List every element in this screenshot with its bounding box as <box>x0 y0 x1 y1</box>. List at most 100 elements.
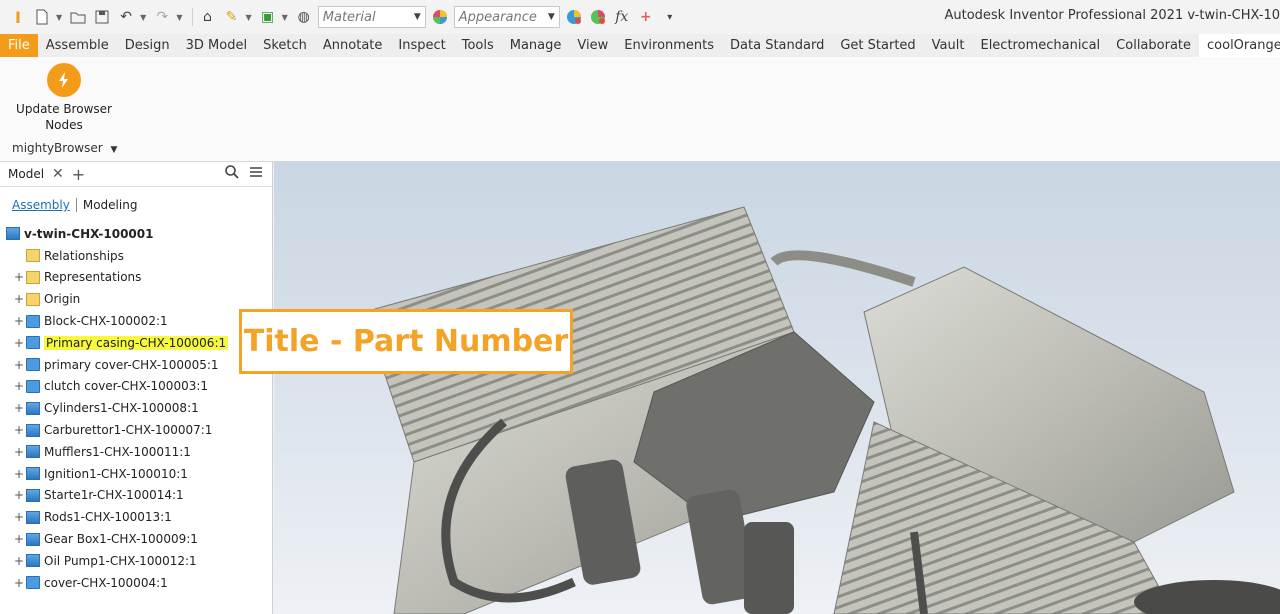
update-icon[interactable]: ▣ <box>258 7 278 27</box>
graphics-viewport[interactable] <box>274 162 1280 614</box>
expand-icon[interactable]: + <box>12 423 26 437</box>
tab-manage[interactable]: Manage <box>502 34 570 57</box>
tab-data-standard[interactable]: Data Standard <box>722 34 832 57</box>
select-dropdown-icon[interactable]: ▼ <box>245 13 251 22</box>
ribbon-panel: Update Browser Nodes mightyBrowser ▼ <box>0 57 1280 162</box>
update-browser-nodes-label: Update Browser Nodes <box>16 102 112 132</box>
tree-node-label: Ignition1-CHX-100010:1 <box>44 466 188 481</box>
undo-dropdown-icon[interactable]: ▼ <box>140 13 146 22</box>
appearance-placeholder: Appearance <box>458 9 537 25</box>
tree-node-label: clutch cover-CHX-100003:1 <box>44 379 209 394</box>
browser-view-switch: Assembly Modeling <box>0 187 272 223</box>
view-separator <box>75 198 77 212</box>
tab-tools[interactable]: Tools <box>454 34 502 57</box>
expand-icon[interactable]: + <box>12 379 26 393</box>
expand-icon[interactable]: + <box>12 554 26 568</box>
parameters-icon[interactable]: fx <box>612 7 632 27</box>
tree-root-node[interactable]: v-twin-CHX-100001 <box>6 223 272 245</box>
update-dropdown-icon[interactable]: ▼ <box>282 13 288 22</box>
tab-coolorange[interactable]: coolOrange <box>1199 34 1280 57</box>
adjust-appearance-icon[interactable] <box>564 7 584 27</box>
subassembly-icon <box>26 488 40 502</box>
tree-node[interactable]: + clutch cover-CHX-100003:1 <box>6 376 272 398</box>
tree-node[interactable]: + Primary casing-CHX-100006:1 <box>6 332 272 354</box>
tab-model[interactable]: Model <box>8 167 44 181</box>
redo-icon[interactable]: ↷ <box>152 7 172 27</box>
expand-icon[interactable]: + <box>12 270 26 284</box>
expand-icon[interactable]: + <box>12 576 26 590</box>
tab-vault[interactable]: Vault <box>924 34 973 57</box>
search-icon[interactable] <box>224 164 240 184</box>
tab-environments[interactable]: Environments <box>616 34 722 57</box>
tree-node[interactable]: + Representations <box>6 267 272 289</box>
panel-name-label: mightyBrowser <box>12 141 103 155</box>
expand-icon[interactable]: + <box>12 510 26 524</box>
new-dropdown-icon[interactable]: ▼ <box>56 13 62 22</box>
tab-view[interactable]: View <box>569 34 616 57</box>
save-icon[interactable] <box>92 7 112 27</box>
inventor-logo-icon: I <box>15 7 21 27</box>
tree-node[interactable]: + Cylinders1-CHX-100008:1 <box>6 397 272 419</box>
tree-node-label: Rods1-CHX-100013:1 <box>44 510 172 525</box>
expand-icon[interactable]: + <box>12 292 26 306</box>
expand-icon[interactable]: + <box>12 336 26 350</box>
expand-icon[interactable]: + <box>12 467 26 481</box>
material-combo[interactable]: Material ▼ <box>317 6 426 28</box>
tab-get-started[interactable]: Get Started <box>832 34 923 57</box>
tree-node[interactable]: + Origin <box>6 288 272 310</box>
expand-icon[interactable]: + <box>12 401 26 415</box>
clear-appearance-icon[interactable] <box>588 7 608 27</box>
expand-icon[interactable]: + <box>12 445 26 459</box>
tree-node[interactable]: + Gear Box1-CHX-100009:1 <box>6 528 272 550</box>
engine-model-render <box>363 206 1280 614</box>
redo-dropdown-icon[interactable]: ▼ <box>176 13 182 22</box>
tab-sketch[interactable]: Sketch <box>255 34 315 57</box>
toolbar-separator <box>192 8 194 26</box>
tree-node[interactable]: + Starte1r-CHX-100014:1 <box>6 485 272 507</box>
add-tab-icon[interactable]: + <box>72 165 85 184</box>
update-browser-nodes-button[interactable]: Update Browser Nodes <box>12 63 116 133</box>
expand-icon[interactable]: + <box>12 532 26 546</box>
tree-node-label: cover-CHX-100004:1 <box>44 575 168 590</box>
tab-design[interactable]: Design <box>117 34 178 57</box>
close-icon[interactable]: ✕ <box>52 166 64 182</box>
color-override-icon[interactable]: ◍ <box>294 7 314 27</box>
appearance-combo[interactable]: Appearance ▼ <box>453 6 560 28</box>
undo-icon[interactable]: ↶ <box>116 7 136 27</box>
tree-node[interactable]: + Block-CHX-100002:1 <box>6 310 272 332</box>
open-folder-icon[interactable] <box>68 7 88 27</box>
tab-3d-model[interactable]: 3D Model <box>178 34 255 57</box>
tree-node[interactable]: + primary cover-CHX-100005:1 <box>6 354 272 376</box>
tree-node[interactable]: + cover-CHX-100004:1 <box>6 572 272 594</box>
tab-electromechanical[interactable]: Electromechanical <box>972 34 1108 57</box>
expand-icon[interactable]: + <box>12 314 26 328</box>
part-icon <box>26 576 40 590</box>
select-icon[interactable]: ✎ <box>221 7 241 27</box>
quick-access-toolbar: I ▼ ↶ ▼ ↷ ▼ ⌂ ✎ ▼ ▣ ▼ ◍ Material ▼ Appearanc… <box>0 0 1280 34</box>
add-icon[interactable]: + <box>636 7 656 27</box>
tree-node[interactable]: Relationships <box>6 245 272 267</box>
new-file-icon[interactable] <box>32 7 52 27</box>
tree-node-label: v-twin-CHX-100001 <box>24 226 154 241</box>
expand-icon[interactable]: + <box>12 358 26 372</box>
assembly-view-link[interactable]: Assembly <box>12 198 70 212</box>
subassembly-icon <box>26 445 40 459</box>
tab-assemble[interactable]: Assemble <box>38 34 117 57</box>
home-icon[interactable]: ⌂ <box>197 7 217 27</box>
menu-icon[interactable] <box>248 164 264 184</box>
tree-node[interactable]: + Mufflers1-CHX-100011:1 <box>6 441 272 463</box>
tree-node[interactable]: + Rods1-CHX-100013:1 <box>6 506 272 528</box>
tab-inspect[interactable]: Inspect <box>390 34 453 57</box>
panel-name-dropdown[interactable]: mightyBrowser ▼ <box>12 141 117 155</box>
folder-icon <box>26 249 40 263</box>
customize-dropdown-icon[interactable]: ▾ <box>660 7 680 27</box>
tab-collaborate[interactable]: Collaborate <box>1108 34 1199 57</box>
tab-file[interactable]: File <box>0 34 38 57</box>
tree-node[interactable]: + Oil Pump1-CHX-100012:1 <box>6 550 272 572</box>
tree-node[interactable]: + Ignition1-CHX-100010:1 <box>6 463 272 485</box>
expand-icon[interactable]: + <box>12 488 26 502</box>
tab-annotate[interactable]: Annotate <box>315 34 390 57</box>
part-icon <box>26 379 40 393</box>
tree-node[interactable]: + Carburettor1-CHX-100007:1 <box>6 419 272 441</box>
modeling-view-link[interactable]: Modeling <box>83 198 138 212</box>
